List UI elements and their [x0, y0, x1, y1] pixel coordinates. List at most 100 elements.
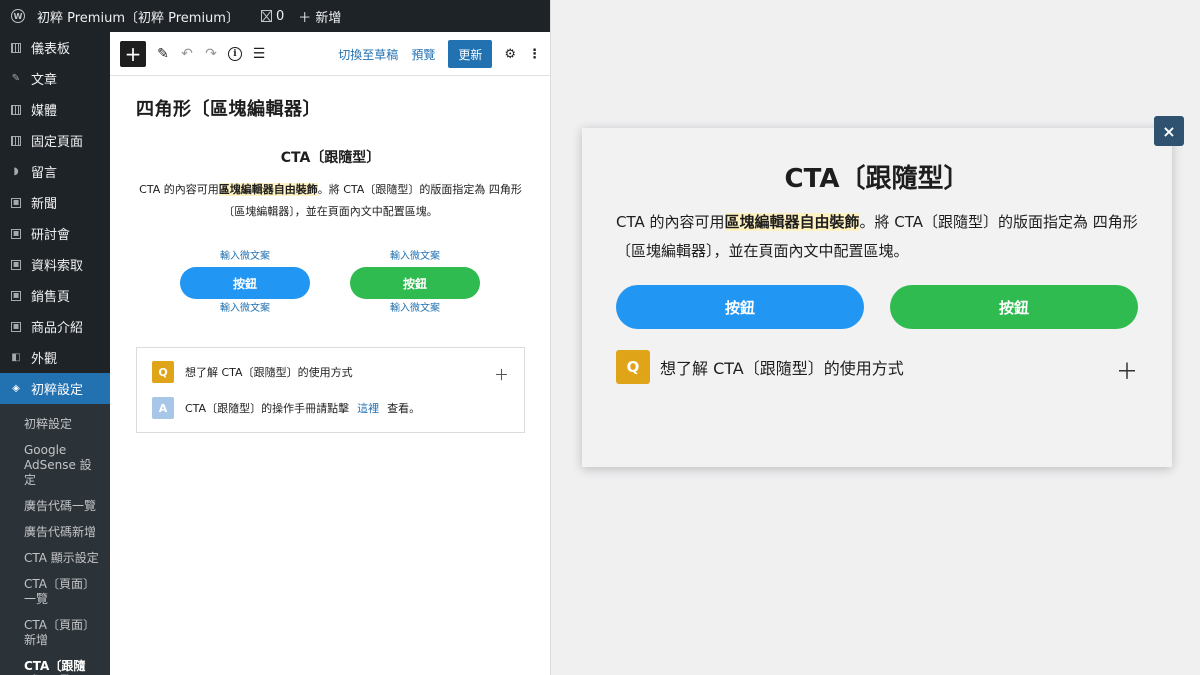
faq-block[interactable]: Q 想了解 CTA〔跟隨型〕的使用方式 ＋ A CTA〔跟隨型〕的操作手冊請點擊… [136, 347, 525, 433]
faq-question-row[interactable]: Q 想了解 CTA〔跟隨型〕的使用方式 [152, 361, 353, 383]
sidebar-item-shosui-settings[interactable]: ◈ 初粹設定 [0, 373, 110, 404]
close-button[interactable]: × [1154, 116, 1184, 146]
diamond-icon: ◈ [12, 383, 20, 394]
sidebar-item-news[interactable]: ▪ 新聞 [0, 187, 110, 218]
media-icon [11, 104, 21, 115]
microcopy-bottom[interactable]: 輸入微文案 [350, 302, 480, 316]
gear-icon[interactable]: ⚙ [504, 47, 516, 62]
update-button[interactable]: 更新 [448, 40, 493, 68]
redo-icon[interactable]: ↷ [204, 46, 218, 62]
edit-tool-icon[interactable]: ✎ [156, 46, 170, 62]
document-icon: ▪ [11, 259, 21, 270]
question-badge: Q [152, 361, 174, 383]
submenu-item-cta-follow-list[interactable]: CTA〔跟隨型〕一覽 [0, 654, 110, 675]
submenu-item-cta-page-new[interactable]: CTA〔頁面〕新增 [0, 613, 110, 654]
product-icon: ▪ [11, 321, 21, 332]
admin-sidebar: 儀表板 ✎ 文章 媒體 固定頁面 ◗ 留言 ▪ 新聞 ▪ 研討會 ▪ 資料索取 ▪ 銷售頁 … [0, 32, 110, 675]
faq-question-text: 想了解 CTA〔跟隨型〕的使用方式 [185, 366, 353, 379]
post-title[interactable]: 四角形〔區塊編輯器〕 [136, 95, 321, 121]
sidebar-item-sales[interactable]: ▪ 銷售頁 [0, 280, 110, 311]
sidebar-item-label: 研討會 [31, 228, 71, 243]
plus-icon[interactable]: ＋ [1116, 354, 1138, 386]
sidebar-item-label: 新聞 [31, 197, 58, 212]
button-block-green: 輸入微文案 按鈕 輸入微文案 [350, 250, 480, 316]
dashboard-icon [11, 42, 21, 53]
editor-toolbar: + ✎ ↶ ↷ i ☰ 切換至草稿 預覽 更新 ⚙ ⋮ [110, 32, 550, 76]
cta-follow-modal: CTA〔跟隨型〕 CTA 的內容可用區塊編輯器自由裝飾。將 CTA〔跟隨型〕的版… [582, 128, 1172, 467]
sidebar-submenu: 初粹設定 Google AdSense 設定 廣告代碼一覽 廣告代碼新增 CTA… [0, 404, 110, 675]
cta-button-green[interactable]: 按鈕 [350, 267, 480, 299]
preview-button[interactable]: 預覽 [411, 46, 435, 63]
modal-faq-question[interactable]: Q 想了解 CTA〔跟隨型〕的使用方式 [616, 350, 904, 384]
undo-icon[interactable]: ↶ [180, 46, 194, 62]
admin-bar: W 初粹 Premium〔初粹 Premium〕 0 ＋ 新增 [0, 0, 550, 32]
sidebar-item-label: 資料索取 [31, 259, 84, 274]
modal-desc-text: CTA 的內容可用 [616, 213, 725, 231]
sidebar-item-documents[interactable]: ▪ 資料索取 [0, 249, 110, 280]
sidebar-item-label: 留言 [31, 166, 58, 181]
submenu-item-ad-list[interactable]: 廣告代碼一覽 [0, 494, 110, 520]
sidebar-item-dashboard[interactable]: 儀表板 [0, 32, 110, 63]
microcopy-bottom[interactable]: 輸入微文案 [180, 302, 310, 316]
submenu-item-settings[interactable]: 初粹設定 [0, 412, 110, 438]
sidebar-item-posts[interactable]: ✎ 文章 [0, 63, 110, 94]
sidebar-item-label: 儀表板 [31, 42, 71, 57]
modal-button-blue[interactable]: 按鈕 [616, 285, 864, 329]
question-badge: Q [616, 350, 650, 384]
faq-answer-link[interactable]: 這裡 [357, 400, 379, 416]
cta-button-blue[interactable]: 按鈕 [180, 267, 310, 299]
list-view-icon[interactable]: ☰ [252, 46, 266, 62]
site-title-link[interactable]: 初粹 Premium〔初粹 Premium〕 [37, 7, 239, 26]
sidebar-item-label: 文章 [31, 73, 58, 88]
modal-desc-highlight: 區塊編輯器自由裝飾 [724, 213, 860, 231]
modal-description: CTA 的內容可用區塊編輯器自由裝飾。將 CTA〔跟隨型〕的版面指定為 四角形〔… [616, 208, 1146, 266]
modal-faq-text: 想了解 CTA〔跟隨型〕的使用方式 [660, 359, 904, 378]
sidebar-item-label: 媒體 [31, 104, 58, 119]
submenu-item-adsense[interactable]: Google AdSense 設定 [0, 438, 110, 494]
news-icon: ▪ [11, 197, 21, 208]
modal-button-green[interactable]: 按鈕 [890, 285, 1138, 329]
modal-title: CTA〔跟隨型〕 [784, 164, 970, 194]
cta-preview-pane: CTA〔跟隨型〕 CTA 的內容可用區塊編輯器自由裝飾。將 CTA〔跟隨型〕的版… [552, 0, 1200, 675]
sidebar-item-products[interactable]: ▪ 商品介紹 [0, 311, 110, 342]
comment-icon: ◗ [13, 166, 19, 177]
sidebar-item-appearance[interactable]: ◧ 外觀 [0, 342, 110, 373]
wordpress-logo-icon[interactable]: W [11, 9, 25, 23]
sidebar-item-label: 外觀 [31, 352, 58, 367]
plus-icon[interactable]: ＋ [494, 364, 509, 385]
microcopy-top[interactable]: 輸入微文案 [350, 250, 480, 264]
switch-to-draft-button[interactable]: 切換至草稿 [338, 46, 398, 63]
cta-desc-highlight: 區塊編輯器自由裝飾 [218, 183, 318, 196]
add-block-button[interactable]: + [120, 40, 146, 67]
faq-answer-row: A CTA〔跟隨型〕的操作手冊請點擊 這裡 查看。 [152, 397, 420, 419]
submenu-item-cta-page-list[interactable]: CTA〔頁面〕一覽 [0, 572, 110, 613]
sidebar-item-label: 銷售頁 [31, 290, 71, 305]
microcopy-top[interactable]: 輸入微文案 [180, 250, 310, 264]
sidebar-item-label: 初粹設定 [31, 383, 84, 398]
sidebar-item-comments[interactable]: ◗ 留言 [0, 156, 110, 187]
comments-count: 0 [275, 8, 285, 24]
new-content-link[interactable]: ＋ 新增 [298, 7, 341, 26]
faq-answer-text-end: 查看。 [387, 402, 421, 415]
wordpress-admin-pane: W 初粹 Premium〔初粹 Premium〕 0 ＋ 新增 儀表板 ✎ 文章 … [0, 0, 551, 675]
cta-heading[interactable]: CTA〔跟隨型〕 [110, 147, 550, 167]
sidebar-item-media[interactable]: 媒體 [0, 94, 110, 125]
sidebar-item-pages[interactable]: 固定頁面 [0, 125, 110, 156]
sidebar-item-label: 商品介紹 [31, 321, 84, 336]
cta-desc-text: CTA 的內容可用 [139, 183, 219, 196]
seminar-icon: ▪ [11, 228, 21, 239]
block-editor: + ✎ ↶ ↷ i ☰ 切換至草稿 預覽 更新 ⚙ ⋮ 四角形〔區塊編輯器〕 C… [110, 32, 550, 675]
button-block-blue: 輸入微文案 按鈕 輸入微文案 [180, 250, 310, 316]
page-icon [11, 135, 21, 146]
info-icon[interactable]: i [228, 46, 242, 61]
comments-link[interactable]: 0 [260, 8, 285, 24]
answer-badge: A [152, 397, 174, 419]
submenu-item-cta-display[interactable]: CTA 顯示設定 [0, 546, 110, 572]
sidebar-item-label: 固定頁面 [31, 135, 84, 150]
sidebar-item-seminar[interactable]: ▪ 研討會 [0, 218, 110, 249]
more-options-icon[interactable]: ⋮ [528, 47, 541, 62]
submenu-item-ad-new[interactable]: 廣告代碼新增 [0, 520, 110, 546]
toolbar-actions: 切換至草稿 預覽 更新 ⚙ ⋮ [338, 32, 541, 76]
cta-description[interactable]: CTA 的內容可用區塊編輯器自由裝飾。將 CTA〔跟隨型〕的版面指定為 四角形〔… [136, 179, 525, 223]
pin-icon: ✎ [11, 73, 21, 84]
